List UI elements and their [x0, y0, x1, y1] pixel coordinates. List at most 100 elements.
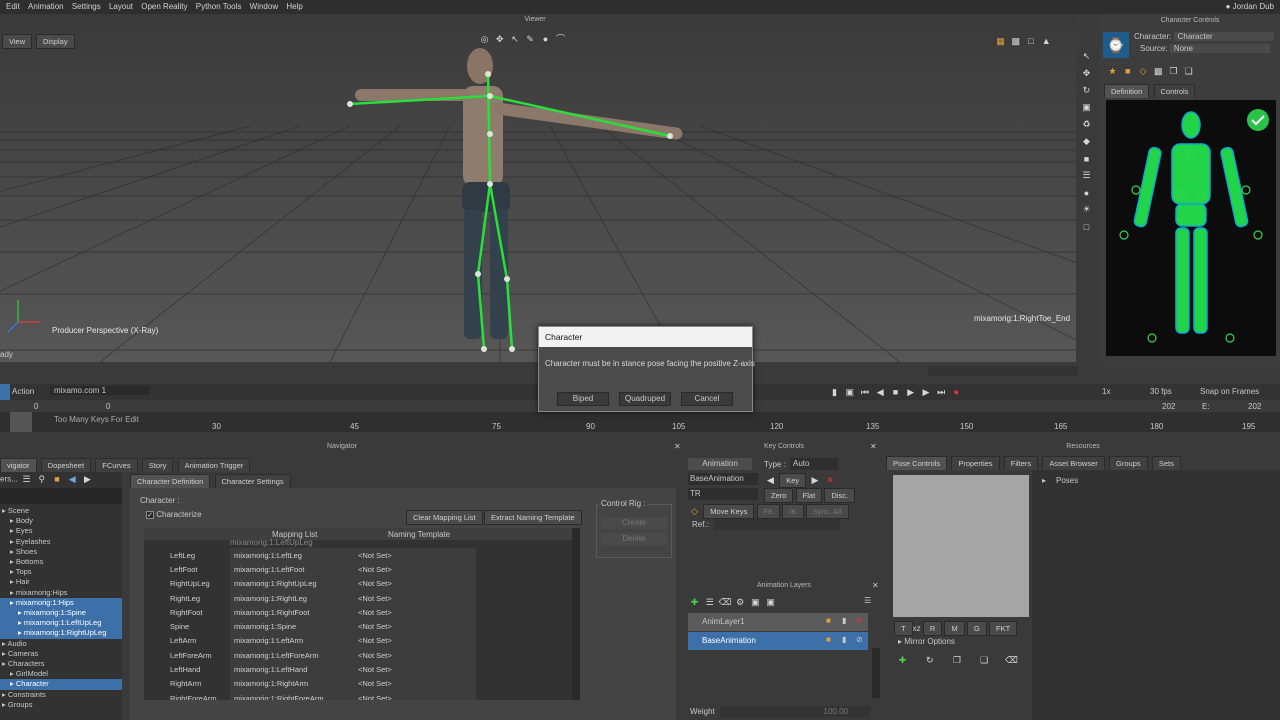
extract-naming-button[interactable]: Extract Naming Template [484, 510, 582, 525]
menu-window[interactable]: Window [250, 0, 278, 14]
back-icon[interactable]: ◀ [66, 472, 79, 485]
go-end-icon[interactable]: ⏭ [935, 386, 948, 399]
poses-label[interactable]: Poses [1056, 476, 1078, 485]
quadruped-button[interactable]: Quadruped [619, 392, 671, 406]
tree-item[interactable]: ▸ Tops [0, 567, 122, 577]
light-icon[interactable]: ☀ [1080, 203, 1093, 216]
expand-icon[interactable]: ▸ [898, 637, 902, 646]
sync-all-button[interactable]: Sync. All [805, 504, 849, 519]
table-row[interactable]: LeftFoot mixamorig:1:LeftFoot <Not Set> [144, 562, 570, 577]
viewer-panel[interactable]: Viewer View Display ◎ ✥ ↖ ✎ ● ⌒ ▦ ▩ □ ▲ … [0, 14, 1076, 362]
delete-button[interactable]: Delete [601, 533, 667, 545]
start-frame-field[interactable]: 0 [106, 402, 110, 411]
naming-cell[interactable]: <Not Set> [354, 662, 476, 677]
pose-r-button[interactable]: R [922, 621, 943, 636]
ref-field[interactable] [714, 519, 840, 530]
prev-key-icon[interactable]: ◀ [764, 474, 777, 487]
star-icon[interactable]: ★ [1106, 65, 1119, 78]
naming-cell[interactable]: <Not Set> [354, 633, 476, 649]
pose-t-button[interactable]: T [894, 621, 913, 636]
orbit-icon[interactable]: ◎ [478, 33, 491, 46]
2d-icon[interactable]: □ [1024, 34, 1037, 47]
dual-icon[interactable]: ▣ [843, 386, 856, 399]
weight-slider[interactable]: 100.00 [720, 706, 870, 717]
snapshot-icon[interactable]: ▩ [1152, 65, 1165, 78]
character-dropdown[interactable]: Character [1173, 32, 1274, 41]
delete-key-icon[interactable]: ✕ [824, 474, 837, 487]
prev-key-icon[interactable]: ◀ [874, 386, 887, 399]
merge-icon[interactable]: ☰ [703, 596, 716, 609]
characterize-checkbox[interactable]: ✓ [146, 511, 154, 519]
fk-button[interactable]: FK [756, 504, 781, 519]
frame-icon[interactable]: □ [1080, 220, 1093, 233]
tab-asset-browser[interactable]: Asset Browser [1042, 456, 1105, 470]
mapping-cell[interactable]: mixamorig:1:LeftForeArm [230, 648, 354, 663]
tab-navigator[interactable]: vigator [0, 458, 37, 472]
magnet-icon[interactable]: ♻ [1080, 118, 1093, 131]
menu-settings[interactable]: Settings [72, 0, 101, 14]
list-icon[interactable]: ☰ [20, 472, 33, 485]
next-key-icon[interactable]: ▶ [919, 386, 932, 399]
cancel-button[interactable]: Cancel [681, 392, 733, 406]
tree-item[interactable]: ▸ Shoes [0, 547, 122, 557]
tree-item[interactable]: ▸ mixamorig:1:RightUpLeg [0, 628, 122, 639]
table-scrollbar[interactable] [572, 528, 580, 700]
table-row[interactable]: LeftLeg mixamorig:1:LeftLeg <Not Set> [144, 548, 570, 563]
find-icon[interactable]: ⚲ [35, 472, 48, 485]
mapping-cell[interactable]: mixamorig:1:LeftArm [230, 633, 354, 649]
key-toggle-icon[interactable]: ◇ [688, 505, 701, 518]
tree-item[interactable]: ▸ Constraints [0, 690, 122, 700]
copy-pose-icon[interactable]: ❐ [950, 654, 963, 667]
tab-character-definition[interactable]: Character Definition [130, 474, 211, 488]
lock-icon[interactable]: ■ [826, 616, 831, 625]
solo-icon[interactable]: ▮ [842, 635, 846, 644]
tab-fcurves[interactable]: FCurves [95, 458, 138, 472]
scene-search-input[interactable] [0, 488, 122, 504]
lock-icon[interactable]: ■ [826, 635, 831, 644]
mirror-options-label[interactable]: Mirror Options [904, 637, 955, 646]
animation-mode-button[interactable]: Animation [688, 458, 752, 470]
tr-dropdown[interactable]: TR [688, 488, 758, 500]
naming-cell[interactable]: <Not Set> [354, 648, 476, 663]
menu-python-tools[interactable]: Python Tools [196, 0, 242, 14]
layer-paste-icon[interactable]: ▣ [764, 596, 777, 609]
paste-pose-icon[interactable]: ❏ [978, 654, 991, 667]
fps-dropdown[interactable]: 30 fps [1150, 387, 1172, 396]
layer-settings-icon[interactable]: ⚙ [734, 596, 747, 609]
type-dropdown[interactable]: Auto [790, 458, 838, 470]
mapping-cell[interactable]: mixamorig:1:RightFoot [230, 605, 354, 620]
naming-cell[interactable]: <Not Set> [354, 690, 476, 700]
tab-character-settings[interactable]: Character Settings [214, 474, 291, 488]
create-button[interactable]: Create [601, 517, 667, 529]
move-keys-button[interactable]: Move Keys [703, 504, 755, 519]
pencil-icon[interactable]: ✎ [524, 33, 537, 46]
table-row[interactable]: RightLeg mixamorig:1:RightLeg <Not Set> [144, 590, 570, 606]
solo-icon[interactable]: ▮ [842, 616, 846, 625]
arc-icon[interactable]: ⌒ [554, 32, 567, 45]
tab-groups[interactable]: Groups [1109, 456, 1148, 470]
start-frame[interactable]: 0 [34, 402, 38, 411]
naming-cell[interactable]: <Not Set> [354, 676, 476, 691]
lock-icon[interactable]: ■ [1121, 64, 1134, 77]
table-row[interactable]: Spine mixamorig:1:Spine <Not Set> [144, 619, 570, 634]
mute-icon[interactable]: ⊘ [856, 616, 863, 625]
pose-g-button[interactable]: G [966, 621, 987, 636]
tree-item[interactable]: ▸ mixamorig:Hips [0, 588, 122, 598]
naming-cell[interactable]: <Not Set> [354, 619, 476, 634]
close-icon[interactable]: ✕ [872, 581, 879, 590]
tree-item[interactable]: ▸ Hair [0, 577, 122, 587]
zoom-icon[interactable]: ● [539, 33, 552, 46]
speed-dropdown[interactable]: 1x [1102, 387, 1110, 396]
table-row[interactable]: RightForeArm mixamorig:1:RightForeArm <Not… [144, 690, 570, 700]
mapping-cell[interactable]: mixamorig:1:RightLeg [230, 590, 354, 606]
add-layer-icon[interactable]: ✚ [688, 596, 701, 609]
tab-sets[interactable]: Sets [1151, 456, 1181, 470]
key-icon[interactable]: ◇ [1136, 65, 1149, 78]
filter-label[interactable]: ers... [0, 475, 18, 484]
tree-item[interactable]: ▸ Bottoms [0, 557, 122, 567]
naming-cell[interactable]: <Not Set> [354, 548, 476, 563]
paste-icon[interactable]: ❏ [1182, 65, 1195, 78]
tab-controls[interactable]: Controls [1153, 84, 1196, 98]
layers-scrollbar[interactable] [872, 648, 880, 698]
close-icon[interactable]: ✕ [674, 442, 681, 451]
